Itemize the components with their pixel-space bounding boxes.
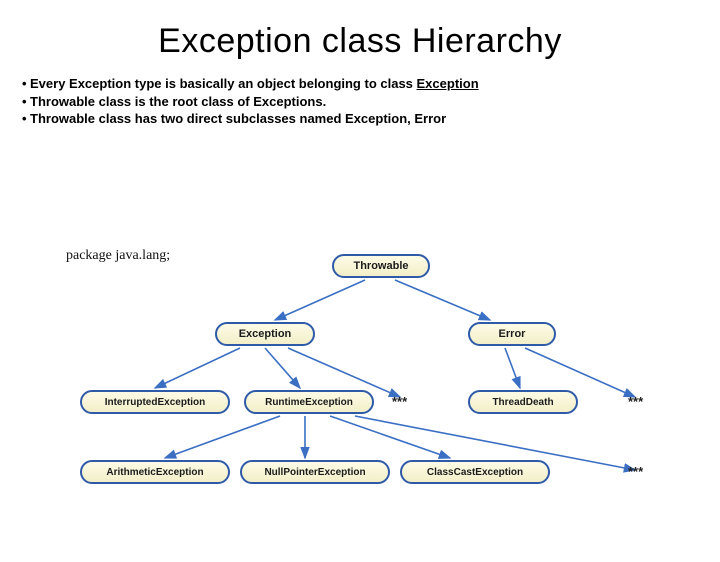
- bullet-text: Every Exception type is basically an obj…: [30, 76, 417, 91]
- node-throwable: Throwable: [332, 254, 430, 278]
- bullet-item: • Every Exception type is basically an o…: [22, 75, 702, 93]
- bullet-dot: •: [22, 75, 30, 93]
- ellipsis: ***: [628, 394, 643, 409]
- ellipsis: ***: [392, 394, 407, 409]
- node-arithmetic-exception: ArithmeticException: [80, 460, 230, 484]
- bullet-bold: Throwable: [30, 94, 95, 109]
- node-classcast-exception: ClassCastException: [400, 460, 550, 484]
- bullet-text: class is the root class of Exceptions.: [95, 94, 326, 109]
- node-runtime-exception: RuntimeException: [244, 390, 374, 414]
- ellipsis: ***: [628, 464, 643, 479]
- bullet-underline: Exception: [417, 76, 479, 91]
- node-nullpointer-exception: NullPointerException: [240, 460, 390, 484]
- bullet-item: • Throwable class is the root class of E…: [22, 93, 702, 111]
- bullet-text: class has two direct subclasses named Ex…: [95, 111, 446, 126]
- slide-title: Exception class Hierarchy: [0, 22, 720, 61]
- bullet-list: • Every Exception type is basically an o…: [0, 75, 720, 128]
- bullet-dot: •: [22, 110, 30, 128]
- node-exception: Exception: [215, 322, 315, 346]
- node-thread-death: ThreadDeath: [468, 390, 578, 414]
- bullet-dot: •: [22, 93, 30, 111]
- bullet-item: • Throwable class has two direct subclas…: [22, 110, 702, 128]
- package-label: package java.lang;: [66, 248, 170, 264]
- node-error: Error: [468, 322, 556, 346]
- node-interrupted-exception: InterruptedException: [80, 390, 230, 414]
- bullet-bold: Throwable: [30, 111, 95, 126]
